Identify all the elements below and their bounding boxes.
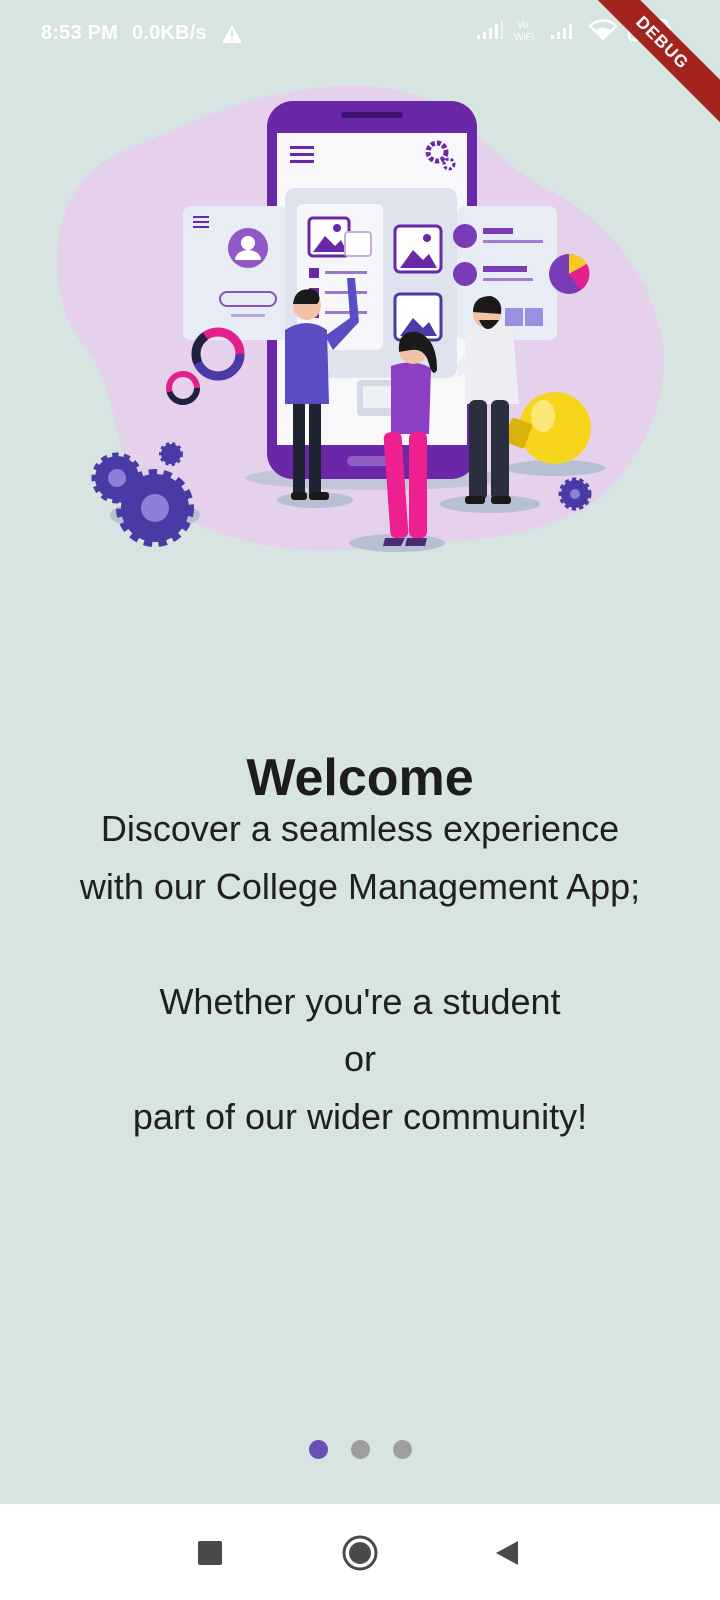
welcome-line-1: Discover a seamless experience	[100, 808, 620, 849]
page-dot-3[interactable]	[392, 1440, 412, 1459]
welcome-line-5: part of our wider community!	[132, 1096, 588, 1137]
status-bar: 8:53 PM 0.0KB/s Vo WiFi 24	[0, 0, 720, 132]
home-button[interactable]	[335, 1528, 385, 1578]
back-button[interactable]	[482, 1528, 532, 1578]
status-left: 8:53 PM 0.0KB/s	[41, 22, 243, 45]
recent-apps-button[interactable]	[185, 1528, 235, 1578]
network-speed: 0.0KB/s	[132, 22, 207, 44]
page-dot-2[interactable]	[350, 1440, 370, 1459]
signal-icon	[477, 21, 503, 39]
home-icon	[342, 1535, 378, 1571]
navigation-bar	[0, 1504, 720, 1600]
page-dot-1[interactable]	[308, 1440, 328, 1459]
signal-icon-2	[551, 24, 572, 39]
welcome-line-4: or	[343, 1038, 376, 1079]
onboarding-illustration	[56, 86, 664, 552]
page-indicator	[0, 1440, 720, 1459]
welcome-title: Welcome	[246, 749, 474, 807]
recent-apps-icon	[198, 1541, 222, 1565]
wifi-icon	[588, 19, 618, 41]
welcome-line-2: with our College Management App;	[79, 866, 641, 907]
svg-text:WiFi: WiFi	[514, 32, 534, 42]
back-icon	[496, 1541, 518, 1565]
svg-text:Vo: Vo	[517, 20, 529, 31]
vowifi-icon: Vo WiFi	[514, 20, 534, 42]
alert-icon	[221, 24, 242, 43]
welcome-line-3: Whether you're a student	[159, 981, 561, 1022]
status-time: 8:53 PM	[41, 22, 118, 44]
